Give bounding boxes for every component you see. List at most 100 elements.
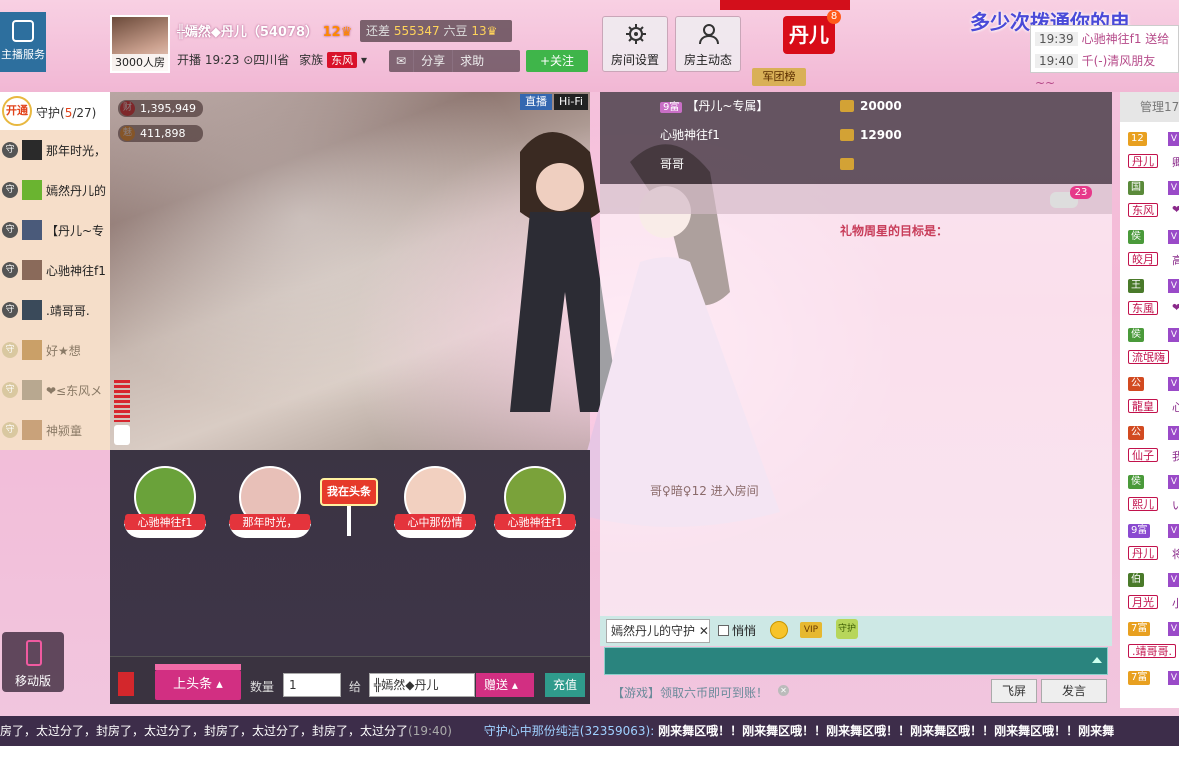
vip-icon: V	[1168, 622, 1179, 636]
send-message-button[interactable]: 发言	[1041, 679, 1107, 703]
room-size-caption: 3000人房	[110, 54, 170, 72]
guard-count-total: 27	[76, 106, 92, 120]
user-icon	[699, 24, 719, 45]
rank-row[interactable]: 哥哥	[660, 150, 1100, 178]
manager-name: 熙儿	[1128, 497, 1158, 511]
bean-suffix: 六豆	[443, 24, 468, 38]
shield-icon: 守	[2, 382, 18, 398]
bean-prefix: 还差	[366, 24, 391, 38]
recipient-select[interactable]: ╬嫣然◆丹儿	[369, 673, 475, 697]
live-tag[interactable]: 直播	[520, 94, 552, 110]
room-settings-label: 房间设置	[610, 53, 659, 67]
host-feed-label: 房主动态	[683, 53, 732, 67]
family-label: 家族	[299, 53, 324, 67]
chevron-up-icon[interactable]	[1092, 657, 1102, 663]
close-icon[interactable]: ✕	[699, 624, 709, 638]
manager-row[interactable]: 9富 V 丹儿 将	[1124, 520, 1179, 569]
guard-member[interactable]: 守 .靖哥哥.	[0, 290, 110, 330]
guard-member[interactable]: 守 ❤≤东风メ	[0, 370, 110, 410]
noble-badge: 7富	[1128, 622, 1151, 636]
manager-row[interactable]: 公 V 仙子 我	[1124, 422, 1179, 471]
manager-row[interactable]: 12 V 丹儿 卿	[1124, 128, 1179, 177]
quantity-input[interactable]: 1	[283, 673, 341, 697]
manager-tab[interactable]: 管理17	[1120, 92, 1179, 122]
manager-name: 丹儿	[1128, 154, 1158, 168]
gift-bag-icon[interactable]	[118, 672, 134, 696]
share-button[interactable]: 分享	[414, 50, 454, 72]
flyscreen-button[interactable]: 飞屏	[991, 679, 1037, 703]
host-feed-button[interactable]: 房主动态	[675, 16, 741, 72]
microphone-icon[interactable]	[114, 425, 130, 445]
game-hint[interactable]: 【游戏】领取六币即可到账！	[612, 684, 768, 701]
open-guard-button[interactable]: 开通	[2, 96, 32, 126]
manager-row[interactable]: 王 V 东風 ❤	[1124, 275, 1179, 324]
rank-name-text: 哥哥	[660, 157, 685, 171]
gift-sender-label: 心中那份情	[395, 514, 475, 530]
vip-icon: V	[1168, 230, 1179, 244]
rank-row[interactable]: 心驰神往f1 12900	[660, 121, 1100, 149]
manager-extra: ❤	[1172, 301, 1179, 314]
manager-row[interactable]: 国 V 东风 ❤	[1124, 177, 1179, 226]
top-promo-banner[interactable]	[720, 0, 850, 10]
noble-badge: 伯	[1128, 573, 1144, 587]
guard-member[interactable]: 守 神颍童	[0, 410, 110, 450]
location-pin-icon: ⊙	[243, 53, 254, 67]
chat-tabs	[600, 184, 1112, 214]
follow-button[interactable]: +关注	[526, 50, 588, 72]
manager-name: 月光	[1128, 595, 1158, 609]
next-level: 13	[471, 24, 487, 38]
guard-member[interactable]: 守 心驰神往f1	[0, 250, 110, 290]
close-icon[interactable]: ✕	[778, 685, 789, 696]
guard-member[interactable]: 守 那年时光，	[0, 130, 110, 170]
room-settings-button[interactable]: 房间设置	[602, 16, 668, 72]
manager-row[interactable]: 7富 V	[1124, 667, 1179, 716]
headline-sign[interactable]: 我在头条	[320, 478, 378, 506]
guard-member[interactable]: 守 好★想	[0, 330, 110, 370]
guard-member[interactable]: 守 嫣然丹儿的	[0, 170, 110, 210]
manager-row[interactable]: 侯 V 熙儿 い	[1124, 471, 1179, 520]
chevron-down-icon[interactable]: ▾	[361, 53, 367, 67]
level-progress: 还差 555347 六豆 13♛	[360, 20, 512, 42]
rank-row[interactable]: 9富 【丹儿~专属】 20000	[660, 92, 1100, 120]
chat-target-select[interactable]: 嫣然丹儿的守护 ✕	[606, 619, 710, 643]
noble-badge: 王	[1128, 279, 1144, 293]
manager-name: 东风	[1128, 203, 1158, 217]
noble-badge: 7富	[1128, 671, 1151, 685]
noble-badge: 公	[1128, 426, 1144, 440]
noble-badge: 9富	[1128, 524, 1151, 538]
mail-icon[interactable]: ✉	[389, 50, 415, 72]
guard-avatar	[22, 300, 42, 320]
army-rank-button[interactable]: 军团榜	[752, 68, 806, 86]
family-tag[interactable]: 东风	[327, 52, 358, 68]
manager-row[interactable]: 7富 V .靖哥哥.	[1124, 618, 1179, 667]
guard-emote-button[interactable]: 守护	[836, 619, 858, 639]
headline-button[interactable]: 上头条 ▴	[155, 670, 241, 700]
emoji-icon[interactable]	[770, 621, 788, 639]
host-brand-logo[interactable]: 丹儿	[783, 16, 835, 54]
whisper-label: 悄悄	[732, 624, 757, 638]
shield-icon: 守	[2, 422, 18, 438]
chat-input[interactable]	[604, 647, 1108, 675]
manager-name: 东風	[1128, 301, 1158, 315]
host-service-button[interactable]: 主播服务	[0, 12, 46, 72]
guard-member[interactable]: 守 【丹儿~专	[0, 210, 110, 250]
manager-row[interactable]: 伯 V 月光 小	[1124, 569, 1179, 618]
manager-extra: 心	[1172, 401, 1179, 414]
chat-message: 哥♀暗♀12 进入房间	[650, 484, 759, 498]
send-gift-button[interactable]: 赠送 ▴	[476, 673, 534, 697]
chat-messages[interactable]	[600, 214, 1112, 616]
manager-row[interactable]: 侯 V 流氓嗨	[1124, 324, 1179, 373]
recharge-button[interactable]: 充值	[545, 673, 585, 697]
whisper-checkbox[interactable]: 悄悄	[718, 622, 756, 639]
manager-row[interactable]: 公 V 龍皇 心	[1124, 373, 1179, 422]
vip-emote-button[interactable]: VIP	[800, 622, 822, 638]
mobile-version-button[interactable]: 移动版	[2, 632, 64, 692]
help-button[interactable]: 求助	[453, 50, 491, 72]
live-video[interactable]	[110, 92, 590, 450]
hifi-tag[interactable]: Hi-Fi	[554, 94, 588, 110]
manager-name: 龍皇	[1128, 399, 1158, 413]
vip-icon: V	[1168, 573, 1179, 587]
coin-icon	[840, 100, 854, 112]
manager-row[interactable]: 侯 V 皎月 高	[1124, 226, 1179, 275]
vip-icon: V	[1168, 426, 1179, 440]
